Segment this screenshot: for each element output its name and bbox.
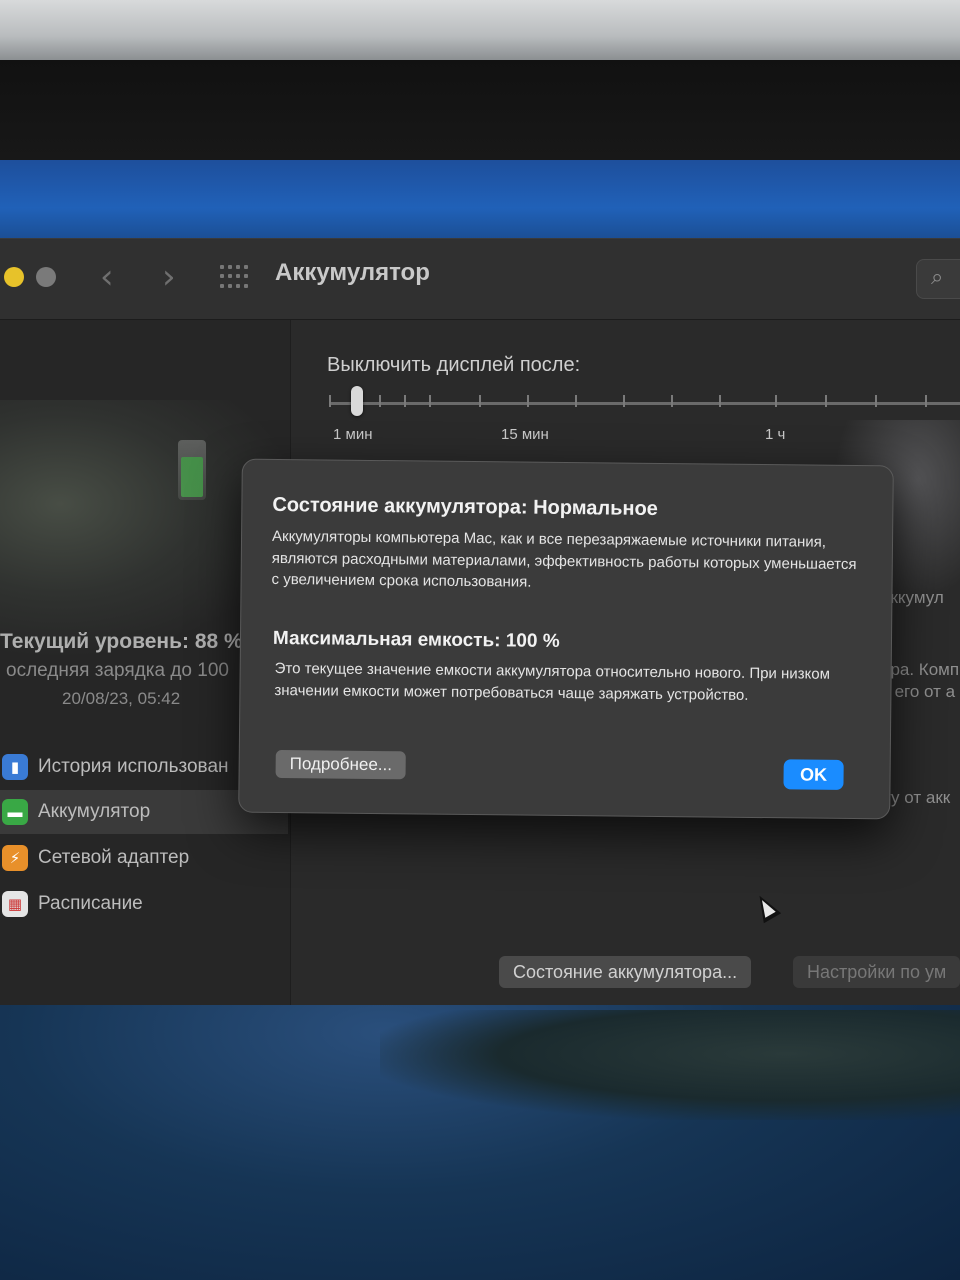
slider-tick	[719, 395, 721, 407]
search-icon: ⌕	[931, 264, 944, 289]
slider-tick	[527, 395, 529, 407]
slider-tick	[404, 395, 406, 407]
display-off-label: Выключить дисплей после:	[327, 354, 581, 376]
slider-tick	[329, 395, 331, 407]
slider-tick	[623, 395, 625, 407]
slider-knob[interactable]	[351, 386, 363, 416]
chevron-left-icon[interactable]: ‹	[100, 257, 114, 297]
laptop-bezel	[0, 0, 960, 60]
slider-tick	[429, 395, 431, 407]
dialog-title: Состояние аккумулятора: Нормальное	[272, 493, 658, 520]
sidebar-item-label: Аккумулятор	[38, 801, 151, 822]
background-text-fragment: ь его от а	[881, 682, 956, 701]
bolt-icon: ⚡	[2, 845, 28, 871]
battery-icon: ▬	[2, 799, 28, 825]
minimize-button[interactable]	[4, 267, 24, 287]
tick-label-15min: 15 мин	[501, 426, 549, 443]
sidebar-item-schedule[interactable]: ▦ Расписание	[0, 882, 288, 926]
max-capacity-title: Максимальная емкость: 100 %	[272, 627, 560, 652]
last-charge-label: оследняя зарядка до 100	[6, 660, 229, 681]
slider-tick	[379, 395, 381, 407]
slider-tick	[575, 395, 577, 407]
slider-tick	[925, 395, 927, 407]
tick-label-1min: 1 мин	[333, 426, 373, 443]
sidebar-item-power-adapter[interactable]: ⚡ Сетевой адаптер	[0, 836, 288, 880]
usage-history-icon: ▮	[2, 754, 28, 780]
max-capacity-description: Это текущее значение емкости аккумулятор…	[274, 659, 831, 704]
slider-tick	[875, 395, 877, 407]
current-battery-level: Текущий уровень: 88 %	[0, 630, 243, 653]
sidebar-item-label: Сетевой адаптер	[38, 847, 190, 868]
sidebar-item-label: Расписание	[38, 893, 143, 914]
display-off-slider[interactable]	[329, 402, 960, 405]
slider-tick	[825, 395, 827, 407]
sidebar-item-label: История использован	[38, 756, 229, 777]
search-field[interactable]: ⌕	[916, 259, 960, 299]
last-charge-date: 20/08/23, 05:42	[62, 689, 181, 708]
calendar-icon: ▦	[2, 891, 28, 917]
zoom-button[interactable]	[36, 267, 56, 287]
chevron-right-icon[interactable]: ›	[162, 257, 176, 297]
desktop-background-top	[0, 160, 960, 240]
defaults-button[interactable]: Настройки по ум	[793, 956, 960, 988]
background-text-fragment: ора. Комп	[881, 660, 960, 679]
dialog-description: Аккумуляторы компьютера Mac, как и все п…	[271, 527, 857, 591]
window-title: Аккумулятор	[275, 259, 430, 286]
grid-icon[interactable]	[220, 265, 248, 289]
learn-more-button[interactable]: Подробнее...	[275, 749, 407, 780]
battery-health-dialog: Состояние аккумулятора: Нормальное Аккум…	[238, 458, 894, 820]
slider-tick	[775, 395, 777, 407]
slider-tick	[479, 395, 481, 407]
battery-level-icon	[178, 440, 206, 500]
tick-label-1h: 1 ч	[765, 426, 786, 443]
window-titlebar: ‹ › Аккумулятор ⌕	[0, 239, 960, 320]
desktop-wallpaper-island	[380, 1010, 960, 1120]
slider-tick	[671, 395, 673, 407]
screen-top-area	[0, 60, 960, 160]
ok-button[interactable]: OK	[783, 759, 844, 790]
battery-health-button[interactable]: Состояние аккумулятора...	[499, 956, 752, 988]
